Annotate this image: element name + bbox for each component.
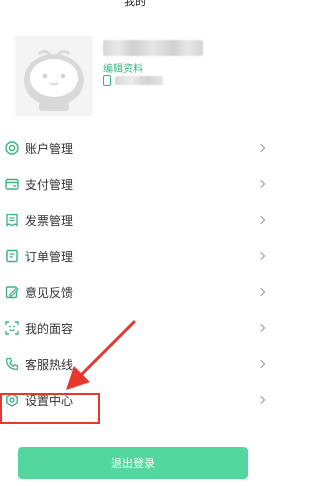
header: 我的 bbox=[0, 0, 270, 20]
annotation-highlight-box bbox=[0, 393, 100, 424]
annotation-arrow-icon bbox=[66, 320, 136, 390]
chevron-right-icon bbox=[256, 215, 266, 225]
menu-item-invoice[interactable]: 发票管理 bbox=[0, 202, 270, 238]
chevron-right-icon bbox=[256, 359, 266, 369]
user-name bbox=[103, 40, 203, 56]
menu-item-orders[interactable]: 订单管理 bbox=[0, 238, 270, 274]
feedback-icon bbox=[5, 285, 19, 299]
payment-icon bbox=[5, 177, 19, 191]
chevron-right-icon bbox=[256, 395, 266, 405]
face-scan-icon bbox=[5, 321, 19, 335]
chevron-right-icon bbox=[256, 143, 266, 153]
menu-item-label: 账户管理 bbox=[25, 141, 74, 156]
account-icon bbox=[5, 141, 19, 155]
logout-button[interactable]: 退出登录 bbox=[18, 447, 248, 479]
menu-item-label: 支付管理 bbox=[25, 177, 74, 192]
mobile-icon bbox=[103, 75, 111, 86]
phone-number bbox=[115, 76, 163, 85]
menu-item-label: 订单管理 bbox=[25, 249, 74, 264]
menu-item-label: 意见反馈 bbox=[25, 285, 74, 300]
chevron-right-icon bbox=[256, 287, 266, 297]
phone-row bbox=[103, 75, 163, 86]
chevron-right-icon bbox=[256, 251, 266, 261]
chevron-right-icon bbox=[256, 179, 266, 189]
edit-profile-link[interactable]: 编辑资料 bbox=[103, 60, 143, 75]
order-icon bbox=[5, 249, 19, 263]
profile-section[interactable]: 编辑资料 bbox=[0, 20, 270, 120]
page-title: 我的 bbox=[124, 0, 146, 8]
invoice-icon bbox=[5, 213, 19, 227]
phone-icon bbox=[5, 357, 19, 371]
menu-item-feedback[interactable]: 意见反馈 bbox=[0, 274, 270, 310]
avatar[interactable] bbox=[15, 36, 93, 116]
menu-item-payment[interactable]: 支付管理 bbox=[0, 166, 270, 202]
menu-item-label: 发票管理 bbox=[25, 213, 74, 228]
menu-item-account[interactable]: 账户管理 bbox=[0, 130, 270, 166]
chevron-right-icon bbox=[256, 323, 266, 333]
